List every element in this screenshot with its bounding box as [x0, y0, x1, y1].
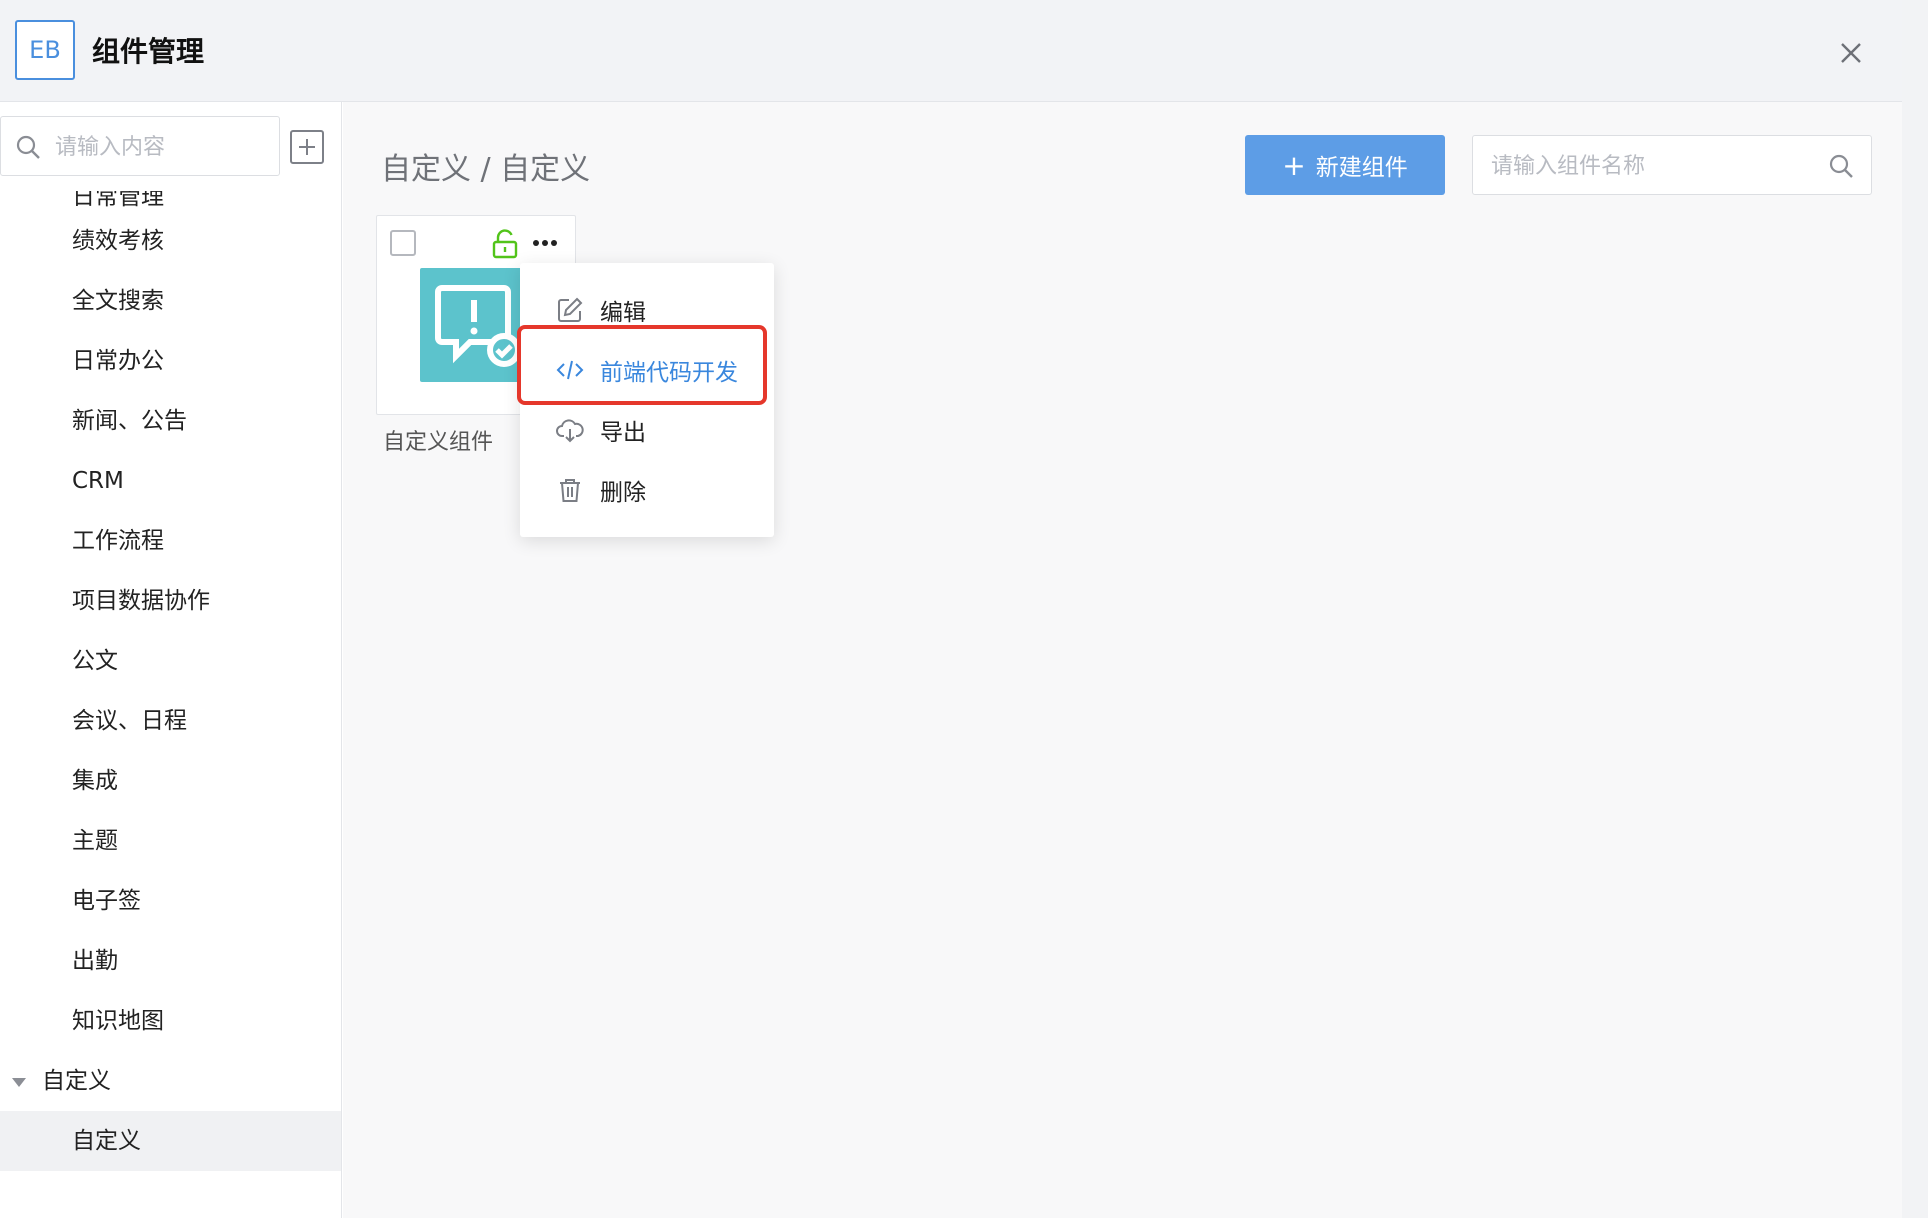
- sidebar-item-active[interactable]: 自定义: [0, 1111, 341, 1171]
- search-icon[interactable]: [1828, 153, 1854, 179]
- category-sidebar: 日常管理 绩效考核 全文搜索 日常办公 新闻、公告 CRM 工作流程 项目数据协…: [0, 102, 342, 1218]
- modal-header: EB 组件管理: [0, 0, 1902, 102]
- sidebar-item[interactable]: 出勤: [0, 931, 341, 991]
- sidebar-item[interactable]: 集成: [0, 751, 341, 811]
- sidebar-item[interactable]: 公文: [0, 631, 341, 691]
- sidebar-group-custom[interactable]: 自定义: [0, 1051, 341, 1111]
- add-category-button[interactable]: [290, 130, 324, 164]
- cloud-download-icon: [556, 419, 584, 443]
- category-search-box[interactable]: [0, 116, 280, 176]
- sidebar-item[interactable]: 电子签: [0, 871, 341, 931]
- plus-icon: +: [1282, 148, 1306, 182]
- sidebar-item[interactable]: 日常办公: [0, 331, 341, 391]
- component-card-label[interactable]: 自定义组件: [383, 424, 493, 456]
- caret-down-icon[interactable]: [12, 1078, 26, 1087]
- page-title: 组件管理: [92, 35, 205, 68]
- menu-item-label: 导出: [600, 420, 646, 446]
- menu-item-label: 前端代码开发: [600, 360, 738, 386]
- sidebar-item[interactable]: 会议、日程: [0, 691, 341, 751]
- sidebar-group-label: 自定义: [42, 1068, 111, 1094]
- code-icon: [556, 360, 584, 380]
- close-icon: [1841, 43, 1861, 63]
- sidebar-item[interactable]: 绩效考核: [0, 211, 341, 271]
- unlock-icon[interactable]: [491, 229, 519, 259]
- sidebar-item-partial[interactable]: 日常管理: [0, 191, 341, 211]
- menu-item-delete[interactable]: 删除: [520, 463, 774, 517]
- new-component-button[interactable]: + 新建组件: [1245, 135, 1445, 195]
- menu-item-frontend-code[interactable]: 前端代码开发: [520, 343, 774, 397]
- breadcrumb: 自定义 / 自定义: [381, 152, 591, 187]
- component-name-search-input[interactable]: [1489, 148, 1809, 184]
- category-search-input[interactable]: [53, 129, 273, 165]
- sidebar-item[interactable]: CRM: [0, 451, 341, 511]
- sidebar-item[interactable]: 新闻、公告: [0, 391, 341, 451]
- category-list: 日常管理 绩效考核 全文搜索 日常办公 新闻、公告 CRM 工作流程 项目数据协…: [0, 185, 341, 1171]
- more-icon[interactable]: [530, 232, 560, 254]
- new-component-label: 新建组件: [1315, 155, 1408, 181]
- component-action-menu: 编辑 前端代码开发 导出 删除: [520, 263, 774, 537]
- search-icon: [16, 135, 40, 159]
- menu-item-label: 编辑: [600, 300, 646, 326]
- menu-item-edit[interactable]: 编辑: [520, 283, 774, 337]
- sidebar-item[interactable]: 知识地图: [0, 991, 341, 1051]
- menu-item-label: 删除: [600, 480, 646, 506]
- sidebar-item[interactable]: 全文搜索: [0, 271, 341, 331]
- sidebar-item[interactable]: 主题: [0, 811, 341, 871]
- eb-logo: EB: [15, 20, 75, 80]
- component-management-modal: EB 组件管理 日常管理 绩效考核 全文搜索 日常办公 新闻、公告 CRM 工作…: [0, 0, 1902, 1218]
- trash-icon: [560, 479, 580, 502]
- menu-item-export[interactable]: 导出: [520, 403, 774, 457]
- edit-icon: [558, 297, 583, 322]
- sidebar-item[interactable]: 项目数据协作: [0, 571, 341, 631]
- close-button[interactable]: [1834, 36, 1868, 70]
- component-name-search-box[interactable]: [1472, 135, 1872, 195]
- component-checkbox[interactable]: [390, 230, 416, 256]
- sidebar-item[interactable]: 工作流程: [0, 511, 341, 571]
